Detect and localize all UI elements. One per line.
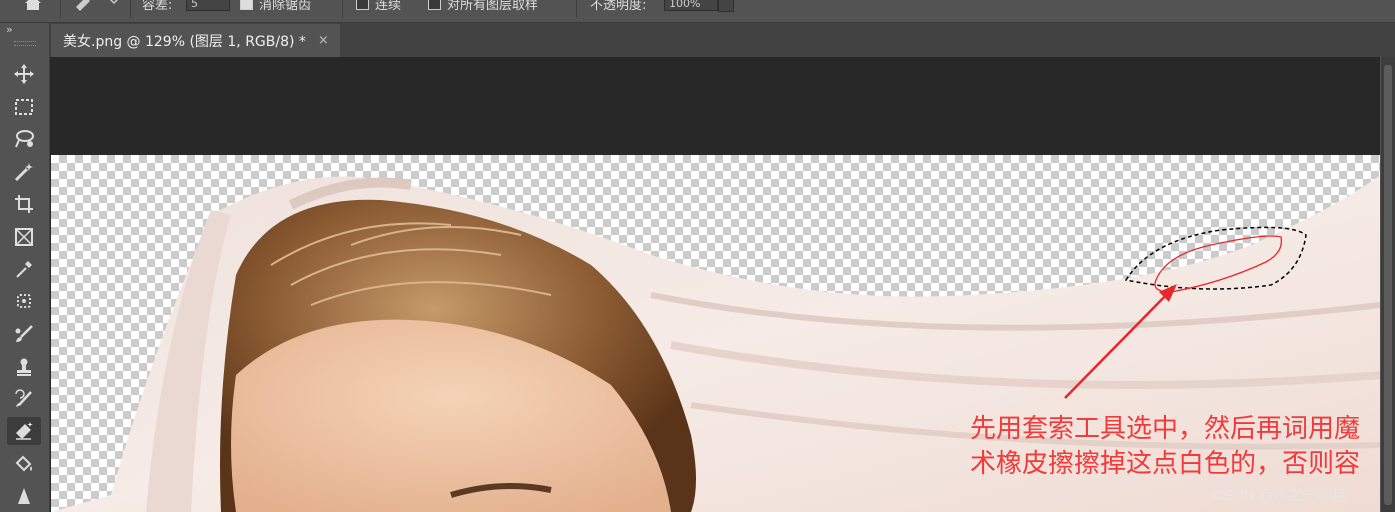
magic-eraser-preset-icon[interactable] <box>72 0 122 11</box>
lasso-tool-icon[interactable] <box>7 125 41 153</box>
scrollbar-thumb[interactable] <box>1384 65 1392 505</box>
paint-bucket-tool-icon[interactable] <box>7 450 41 478</box>
history-brush-tool-icon[interactable] <box>7 385 41 413</box>
tools-panel: » <box>0 23 50 512</box>
annotation-text: 先用套索工具选中，然后再词用魔 术橡皮擦擦掉这点白色的，否则容 <box>970 412 1360 482</box>
contiguous-checkbox[interactable]: 连续 <box>356 0 401 13</box>
marquee-tool-icon[interactable] <box>7 93 41 121</box>
grip-handle[interactable] <box>14 41 36 46</box>
annotation-line-1: 先用套索工具选中，然后再词用魔 <box>970 414 1361 444</box>
document-tab[interactable]: 美女.png @ 129% (图层 1, RGB/8) * × <box>51 24 340 57</box>
move-tool-icon[interactable] <box>7 60 41 88</box>
options-bar: 容差: 5 消除锯齿 连续 对所有图层取样 不透明度: 100% <box>0 0 1395 23</box>
antialias-checkbox[interactable]: 消除锯齿 <box>240 0 311 13</box>
opacity-input[interactable]: 100% <box>664 0 734 12</box>
tolerance-input[interactable]: 5 <box>186 0 230 11</box>
crop-tool-icon[interactable] <box>7 190 41 218</box>
document-tab-label: 美女.png @ 129% (图层 1, RGB/8) * <box>63 33 306 50</box>
tolerance-label: 容差: <box>142 0 173 13</box>
vertical-scrollbar[interactable] <box>1381 57 1395 512</box>
collapse-toggle[interactable]: » <box>6 23 13 36</box>
magic-wand-tool-icon[interactable] <box>7 158 41 186</box>
home-icon[interactable] <box>22 0 44 11</box>
annotation-line-2: 术橡皮擦擦掉这点白色的，否则容 <box>970 449 1361 479</box>
opacity-label: 不透明度: <box>590 0 647 13</box>
clone-stamp-tool-icon[interactable] <box>7 353 41 381</box>
brush-tool-icon[interactable] <box>7 320 41 348</box>
watermark: CSDN @IT之一小佬 <box>1212 487 1348 504</box>
frame-tool-icon[interactable] <box>7 223 41 251</box>
eyedropper-tool-icon[interactable] <box>7 255 41 283</box>
eraser-tool-icon[interactable] <box>7 417 41 445</box>
sample-all-layers-checkbox[interactable]: 对所有图层取样 <box>428 0 538 13</box>
document-tab-strip: 美女.png @ 129% (图层 1, RGB/8) * × <box>50 23 1395 57</box>
healing-brush-tool-icon[interactable] <box>7 287 41 315</box>
close-tab-icon[interactable]: × <box>318 33 329 48</box>
sharpen-tool-icon[interactable] <box>7 482 41 510</box>
